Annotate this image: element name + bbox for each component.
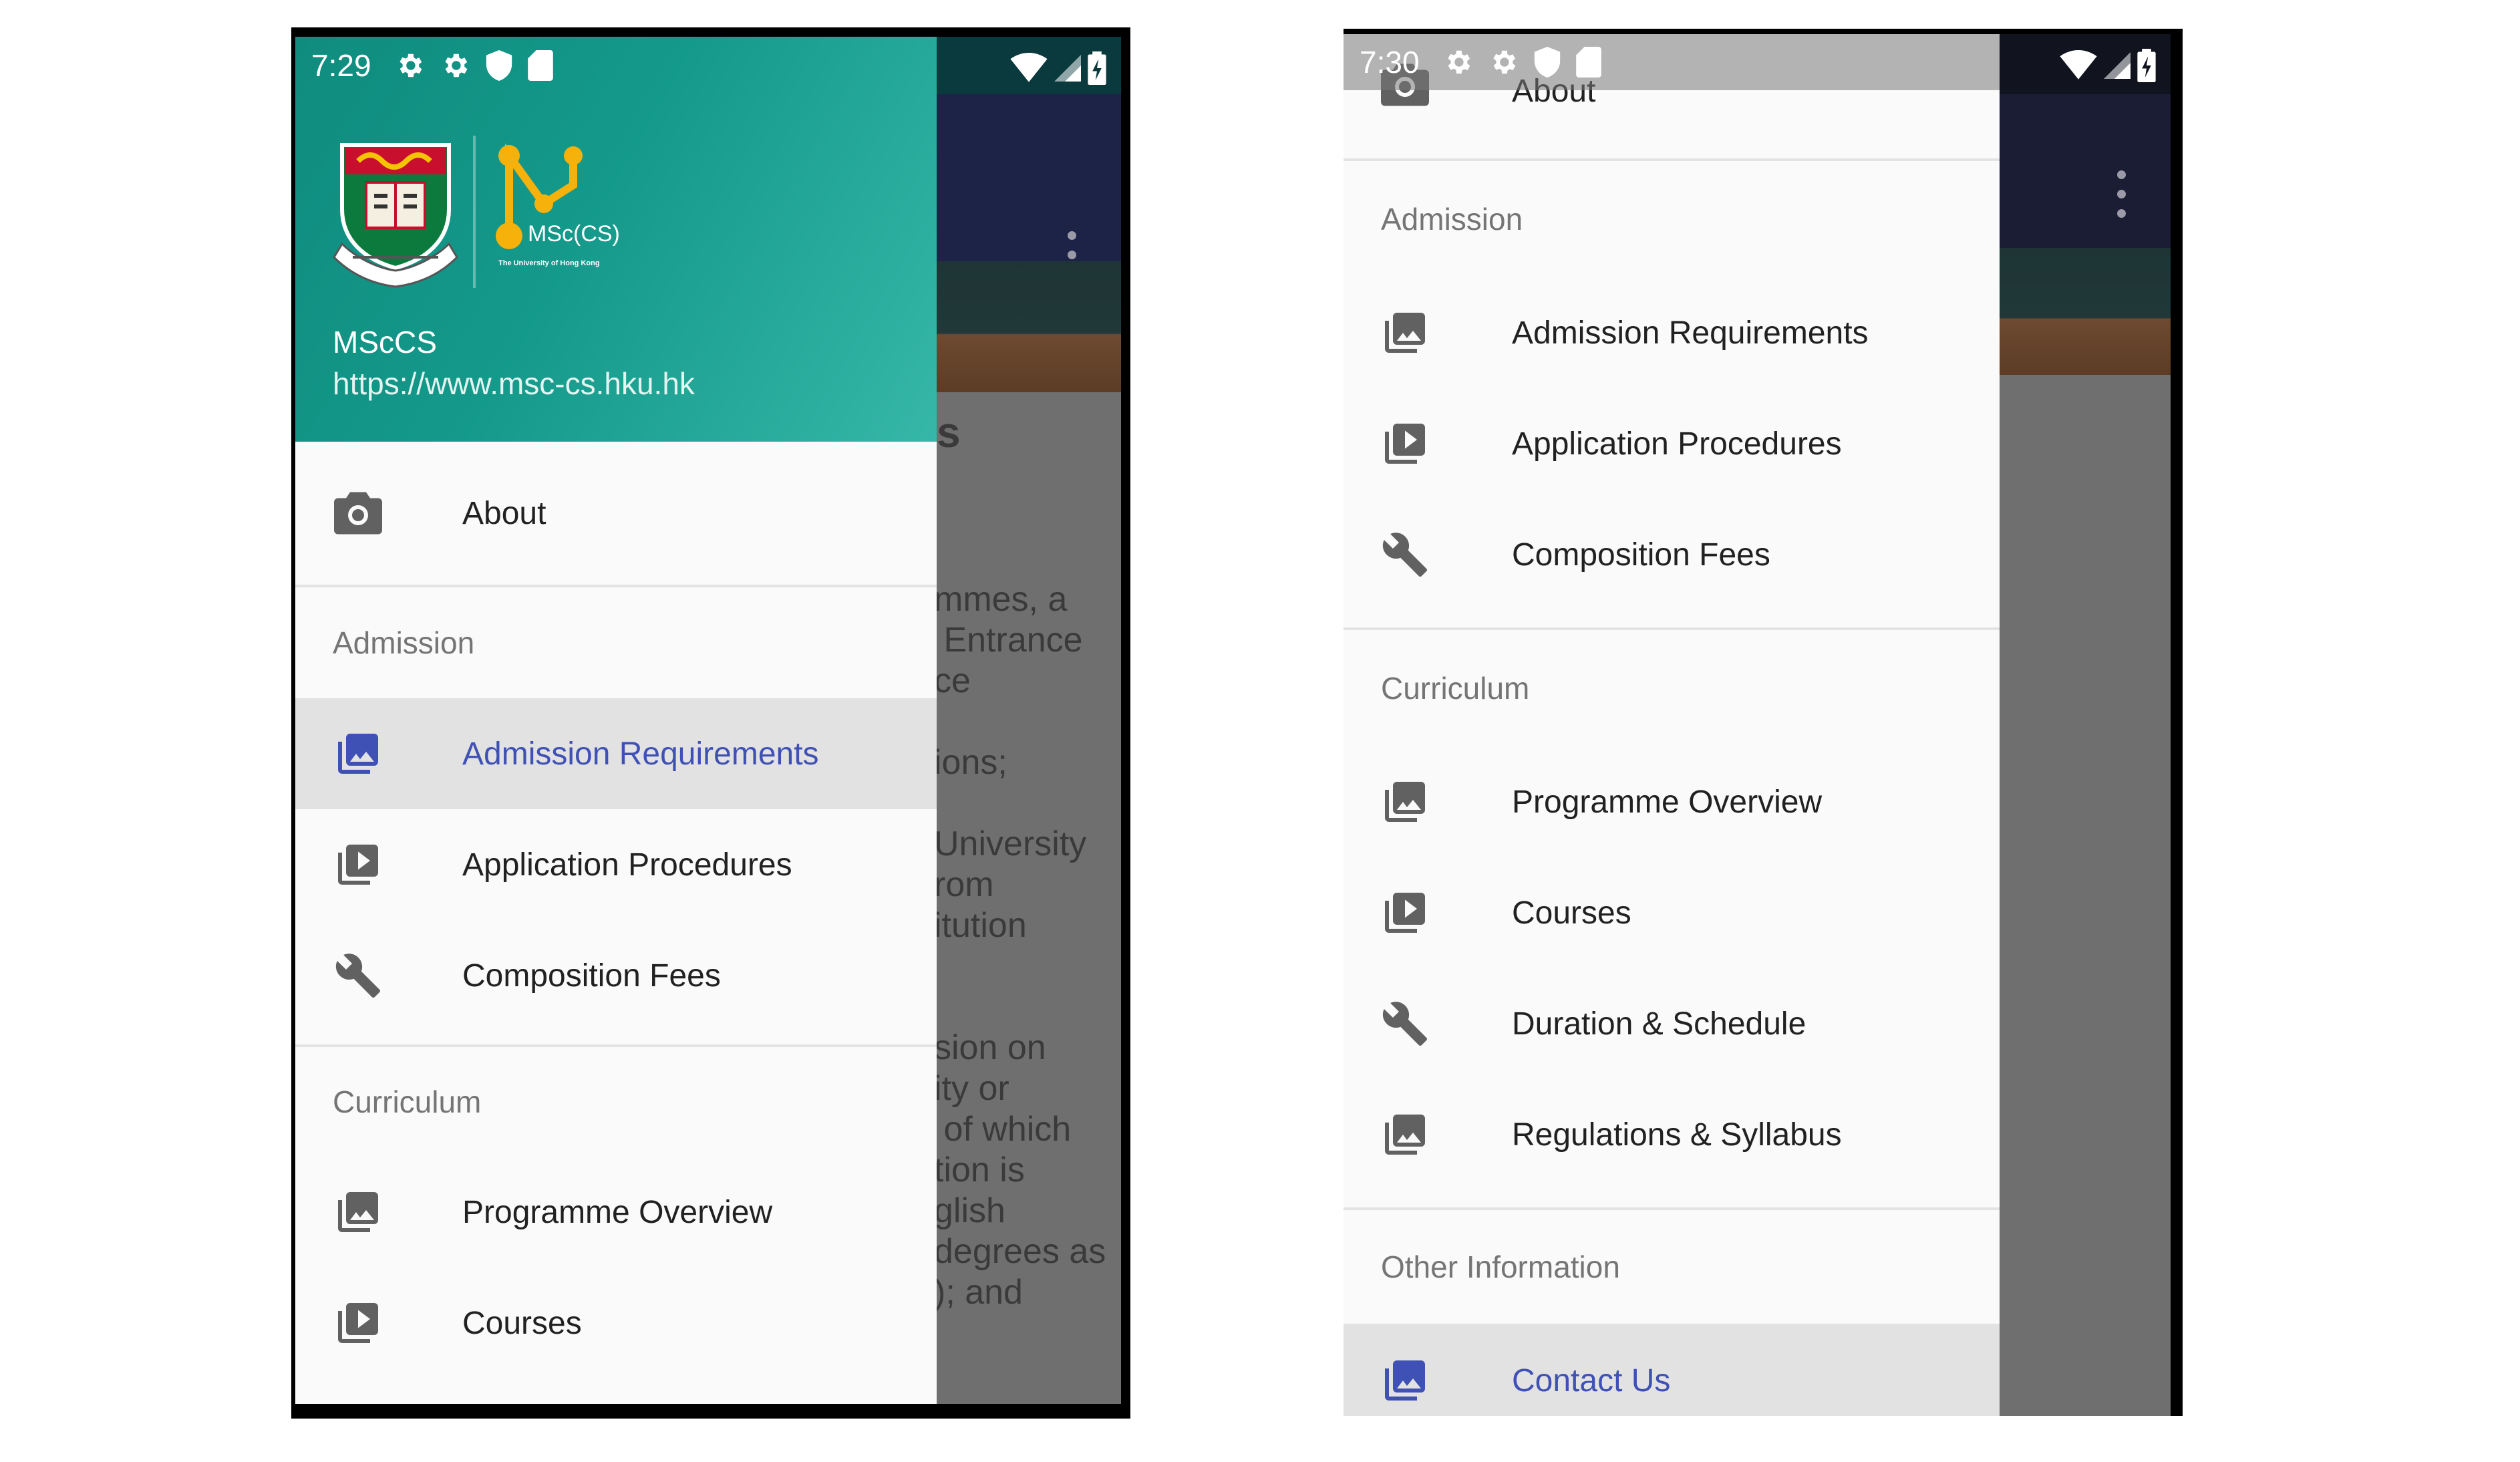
gear-icon [1442, 47, 1473, 78]
left-screen: s mmes, a Entrance ce ions; University r… [295, 37, 1121, 1404]
navigation-drawer: About Admission Admission Requirements A… [1344, 34, 2000, 1416]
gear-icon [440, 50, 470, 81]
sd-card-icon [1575, 47, 1601, 78]
menu-item-label: Application Procedures [1512, 426, 1842, 462]
video-library-icon [1381, 889, 1429, 937]
section-header-admission: Admission [333, 625, 475, 660]
gear-icon [394, 50, 425, 81]
menu-item-label: Regulations & Syllabus [1512, 1117, 1842, 1153]
navigation-drawer: 7:29 MSc(CS) The University of Hong Kong… [295, 37, 937, 1404]
header-title: MScCS [333, 325, 437, 359]
menu-item-label: Programme Overview [1512, 784, 1823, 820]
drawer-menu-list: About Admission Admission Requirements A… [295, 442, 937, 1378]
msc-cs-logo-text: MSc(CS) [528, 221, 620, 247]
status-time: 7:29 [311, 48, 371, 83]
menu-item-label: Composition Fees [1512, 537, 1770, 573]
menu-item-composition-fees[interactable]: Composition Fees [1344, 499, 2000, 610]
signal-icon [2104, 52, 2131, 79]
right-screen: About Admission Admission Requirements A… [1344, 34, 2171, 1416]
section-header-admission: Admission [1381, 202, 1523, 237]
menu-item-courses[interactable]: Courses [295, 1268, 937, 1378]
header-url[interactable]: https://www.msc-cs.hku.hk [333, 366, 695, 402]
menu-item-application-procedures[interactable]: Application Procedures [1344, 388, 2000, 499]
msc-cs-logo-subtext: The University of Hong Kong [498, 259, 600, 267]
menu-item-admission-requirements[interactable]: Admission Requirements [295, 698, 937, 809]
menu-item-composition-fees[interactable]: Composition Fees [295, 920, 937, 1031]
msc-cs-logo: MSc(CS) The University of Hong Kong [496, 143, 620, 267]
status-time: 7:30 [1360, 45, 1420, 80]
menu-item-label: Courses [462, 1305, 582, 1341]
menu-item-courses[interactable]: Courses [1344, 857, 2000, 968]
menu-item-programme-overview[interactable]: Programme Overview [295, 1157, 937, 1268]
header-logo-divider [473, 136, 476, 288]
drawer-header: 7:29 MSc(CS) The University of Hong Kong… [295, 37, 937, 442]
menu-item-label: Programme Overview [462, 1194, 773, 1230]
gear-icon [1488, 47, 1519, 78]
menu-item-duration-schedule[interactable]: Duration & Schedule [1344, 968, 2000, 1079]
menu-item-label: Composition Fees [462, 958, 721, 994]
menu-item-admission-requirements[interactable]: Admission Requirements [1344, 277, 2000, 388]
menu-item-programme-overview[interactable]: Programme Overview [1344, 746, 2000, 857]
drawer-menu-list: About Admission Admission Requirements A… [1344, 34, 2000, 1416]
overflow-menu-icon[interactable] [2117, 170, 2127, 218]
sd-card-icon [527, 50, 553, 81]
video-library-icon [1381, 420, 1429, 468]
menu-item-application-procedures[interactable]: Application Procedures [295, 809, 937, 920]
left-phone-screenshot: s mmes, a Entrance ce ions; University r… [291, 27, 1130, 1419]
system-icons [1010, 51, 1106, 85]
background-paragraph: mmes, a Entrance ce ions; University rom… [934, 580, 1106, 1312]
shield-icon [1533, 47, 1561, 78]
status-bar: 7:29 [295, 37, 568, 94]
section-header-other-information: Other Information [1381, 1250, 1620, 1284]
menu-item-label: Application Procedures [462, 847, 792, 883]
menu-item-label: Admission Requirements [462, 736, 819, 772]
video-library-icon [334, 841, 382, 889]
menu-item-label: Admission Requirements [1512, 315, 1869, 351]
right-phone-screenshot: About Admission Admission Requirements A… [1344, 29, 2183, 1416]
camera-icon [334, 489, 382, 537]
status-bar: 7:30 [1344, 34, 1616, 90]
menu-item-label: Contact Us [1512, 1362, 1671, 1399]
system-icons [2060, 49, 2156, 82]
shield-icon [485, 50, 513, 81]
section-header-curriculum: Curriculum [1381, 671, 1530, 706]
battery-charging-icon [2137, 49, 2156, 82]
menu-item-contact-us[interactable]: Contact Us [1344, 1324, 2000, 1416]
background-heading: s [937, 408, 961, 456]
wrench-icon [1381, 531, 1429, 579]
photo-library-icon [334, 730, 382, 778]
section-header-curriculum: Curriculum [333, 1084, 482, 1119]
photo-library-icon [1381, 309, 1429, 357]
video-library-icon [334, 1299, 382, 1347]
wifi-icon [2060, 50, 2097, 80]
photo-library-icon [1381, 1111, 1429, 1159]
wifi-icon [1010, 53, 1048, 82]
photo-library-icon [1381, 1356, 1429, 1405]
menu-item-label: Courses [1512, 895, 1631, 931]
battery-charging-icon [1088, 51, 1106, 85]
signal-icon [1054, 55, 1081, 82]
wrench-icon [1381, 1000, 1429, 1048]
menu-item-label: Duration & Schedule [1512, 1006, 1806, 1042]
wrench-icon [334, 952, 382, 1000]
photo-library-icon [334, 1188, 382, 1236]
hku-crest-logo [333, 143, 458, 288]
menu-item-regulations-syllabus[interactable]: Regulations & Syllabus [1344, 1079, 2000, 1190]
photo-library-icon [1381, 778, 1429, 826]
menu-item-about[interactable]: About [295, 442, 937, 585]
menu-item-label: About [462, 495, 546, 531]
